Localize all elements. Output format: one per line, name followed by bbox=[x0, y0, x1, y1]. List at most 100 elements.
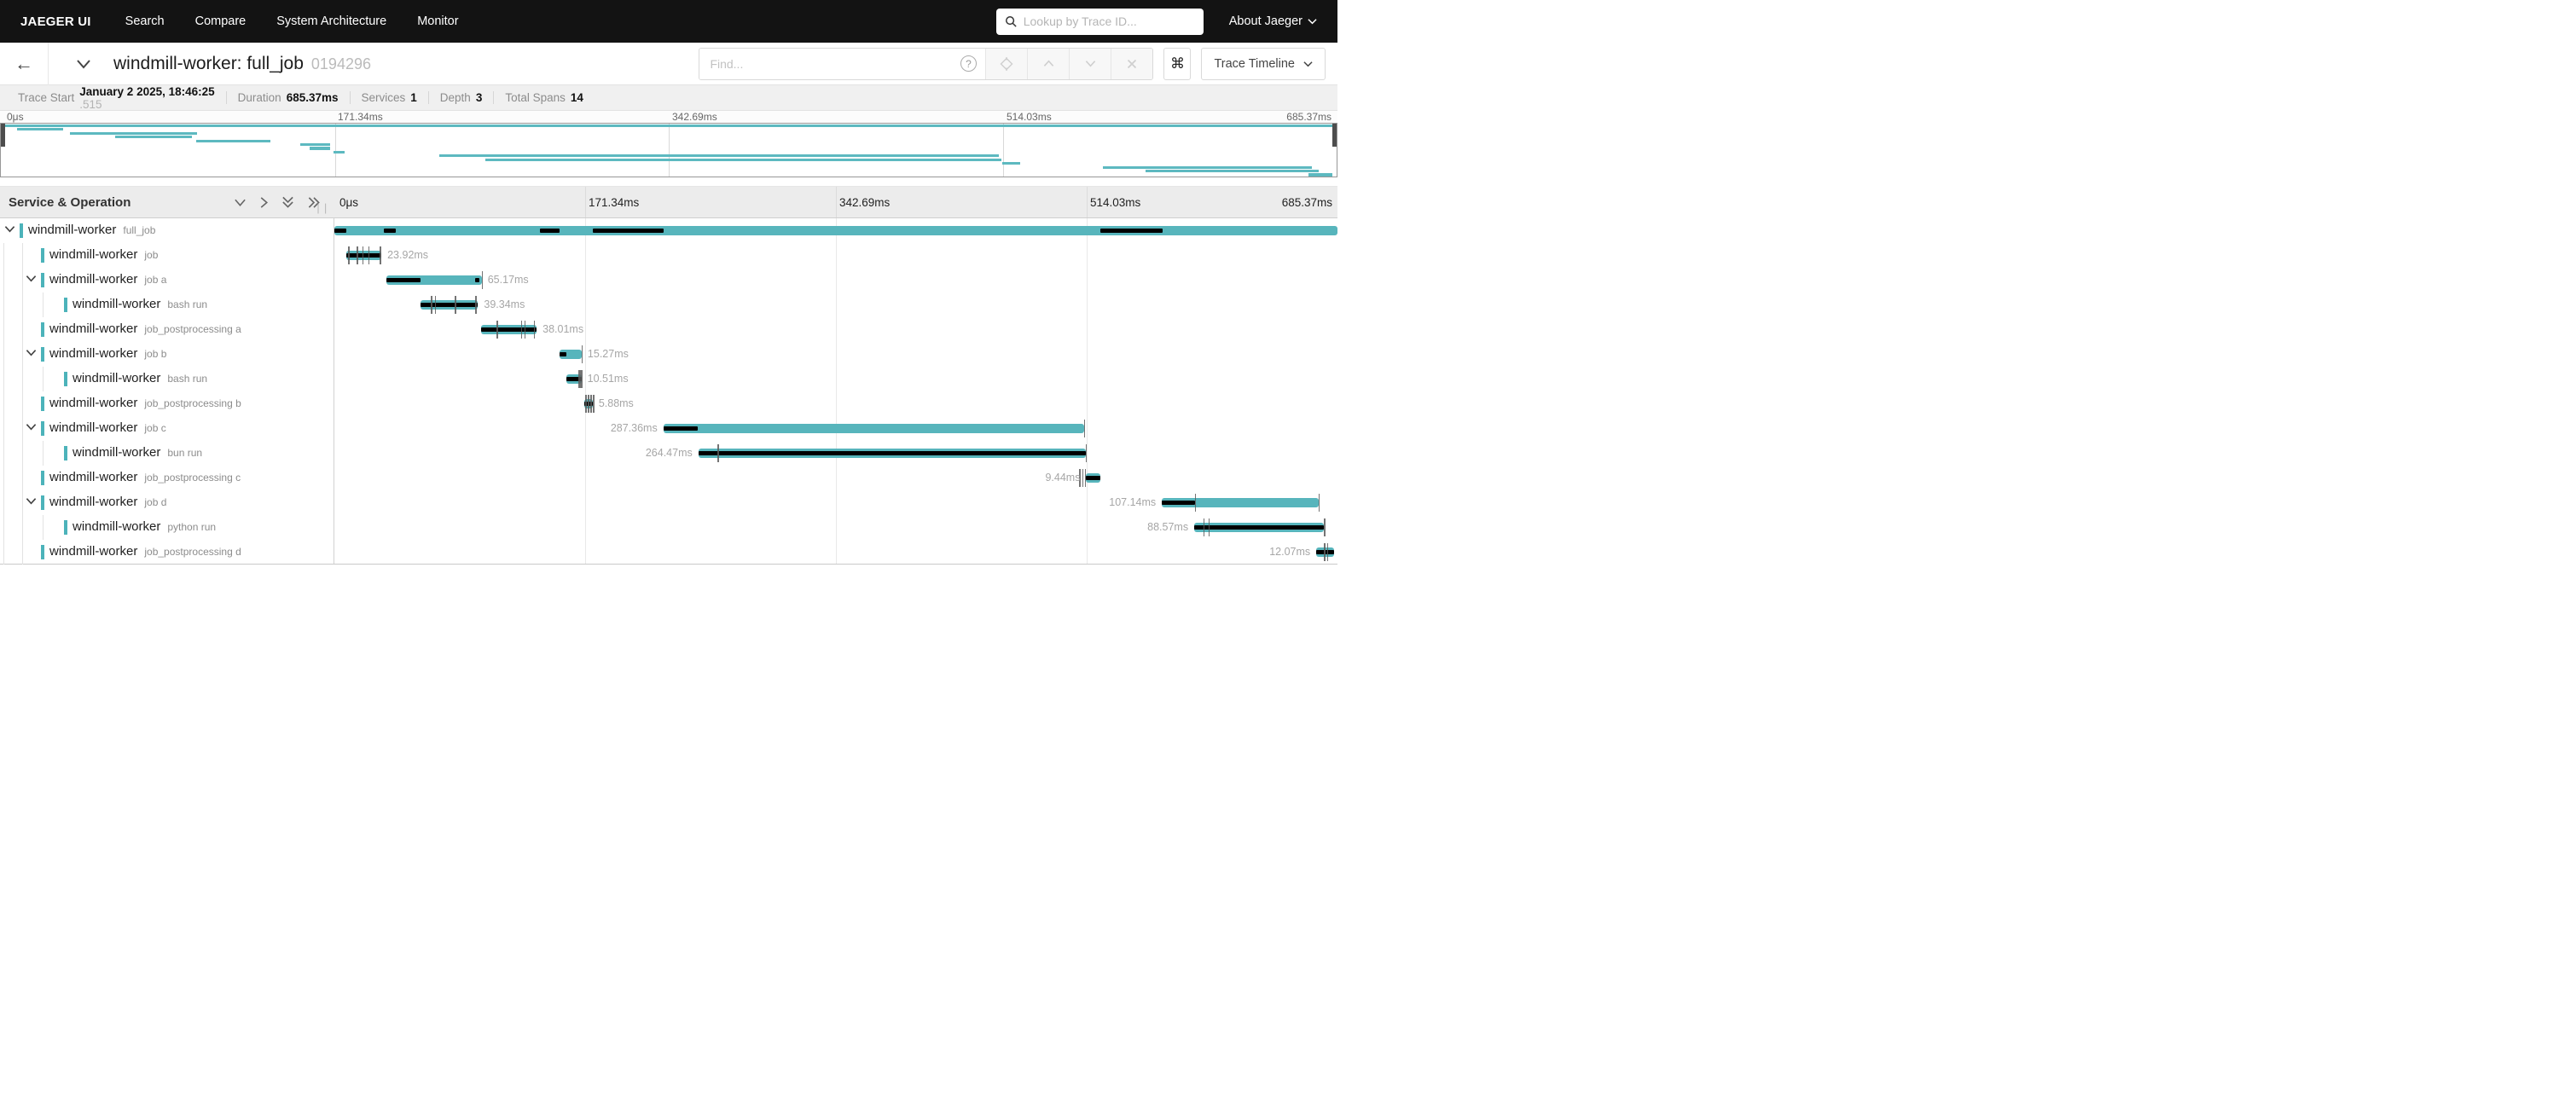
span-collapse-chevron-icon[interactable] bbox=[26, 349, 37, 356]
span-bar-row[interactable]: 264.47ms bbox=[334, 441, 1337, 466]
span-bar[interactable] bbox=[334, 226, 1337, 235]
span-service-name[interactable]: windmill-workerjob d bbox=[49, 495, 166, 509]
span-service-name[interactable]: windmill-workerjob bbox=[49, 247, 158, 262]
span-name-row[interactable]: windmill-workerbash run bbox=[0, 367, 334, 391]
span-collapse-chevron-icon[interactable] bbox=[4, 225, 15, 233]
column-resizer[interactable]: ▏▏ bbox=[318, 205, 333, 214]
tree-guide-line bbox=[22, 416, 23, 441]
trace-lookup-box[interactable] bbox=[996, 9, 1204, 35]
chevron-down-icon bbox=[1303, 61, 1313, 67]
span-bar-row[interactable]: 15.27ms bbox=[334, 342, 1337, 367]
span-service-name[interactable]: windmill-workerjob_postprocessing d bbox=[49, 544, 241, 559]
span-duration-label: 107.14ms bbox=[1109, 490, 1156, 515]
span-bar-row[interactable]: 88.57ms bbox=[334, 515, 1337, 540]
span-bar[interactable] bbox=[1194, 523, 1324, 532]
span-names-column: windmill-workerfull_job windmill-workerjo… bbox=[0, 218, 334, 564]
span-log-tick bbox=[455, 296, 456, 314]
span-color-bar bbox=[64, 520, 67, 535]
trace-view-selector[interactable]: Trace Timeline bbox=[1201, 48, 1326, 80]
span-name-row[interactable]: windmill-workerjob bbox=[0, 243, 334, 268]
span-name-row[interactable]: windmill-workerbun run bbox=[0, 441, 334, 466]
back-button[interactable]: ← bbox=[0, 43, 48, 85]
span-service-name[interactable]: windmill-workerjob c bbox=[49, 420, 166, 435]
span-service-name[interactable]: windmill-workerjob_postprocessing b bbox=[49, 396, 241, 410]
focus-matches-button[interactable] bbox=[985, 49, 1027, 79]
tree-guide-line bbox=[22, 441, 23, 466]
find-help-button[interactable]: ? bbox=[951, 49, 985, 79]
about-jaeger-menu[interactable]: About Jaeger bbox=[1229, 14, 1317, 28]
nav-item-monitor[interactable]: Monitor bbox=[417, 14, 458, 28]
span-name-row[interactable]: windmill-workerjob d bbox=[0, 490, 334, 515]
span-bar[interactable] bbox=[699, 449, 1086, 458]
span-bar-row[interactable]: 38.01ms bbox=[334, 317, 1337, 342]
span-bar[interactable] bbox=[421, 300, 479, 310]
span-service-name[interactable]: windmill-workerbash run bbox=[73, 371, 207, 385]
span-bar-row[interactable]: 65.17ms bbox=[334, 268, 1337, 292]
span-bar-row[interactable]: 23.92ms bbox=[334, 243, 1337, 268]
nav-item-compare[interactable]: Compare bbox=[195, 14, 247, 28]
span-bar-row[interactable]: 107.14ms bbox=[334, 490, 1337, 515]
keyboard-shortcuts-button[interactable]: ⌘ bbox=[1163, 48, 1191, 80]
span-operation-name: full_job bbox=[123, 224, 155, 236]
span-bar[interactable] bbox=[560, 350, 582, 359]
app-logo[interactable]: JAEGER UI bbox=[20, 14, 91, 29]
span-collapse-chevron-icon[interactable] bbox=[26, 275, 37, 282]
prev-match-button[interactable] bbox=[1027, 49, 1069, 79]
span-bar-row[interactable]: 9.44ms bbox=[334, 466, 1337, 490]
collapse-one-level-button[interactable] bbox=[259, 196, 269, 209]
span-bar[interactable] bbox=[584, 399, 593, 408]
find-input[interactable] bbox=[699, 49, 951, 79]
span-bar-row[interactable] bbox=[334, 218, 1337, 243]
span-service-name[interactable]: windmill-workerjob b bbox=[49, 346, 166, 361]
span-service-name[interactable]: windmill-workerjob_postprocessing c bbox=[49, 470, 241, 484]
span-name-row[interactable]: windmill-workerfull_job bbox=[0, 218, 334, 243]
span-name-row[interactable]: windmill-workerjob_postprocessing d bbox=[0, 540, 334, 565]
trace-detail-toggle[interactable] bbox=[76, 59, 91, 69]
span-name-row[interactable]: windmill-workerbash run bbox=[0, 292, 334, 317]
span-service-name[interactable]: windmill-workerfull_job bbox=[28, 223, 155, 237]
span-service-name[interactable]: windmill-workerjob a bbox=[49, 272, 166, 287]
span-service-name[interactable]: windmill-workerbash run bbox=[73, 297, 207, 311]
span-bar[interactable] bbox=[664, 424, 1084, 433]
span-bar[interactable] bbox=[1316, 547, 1334, 557]
span-name-row[interactable]: windmill-workerjob_postprocessing a bbox=[0, 317, 334, 342]
span-name-row[interactable]: windmill-workerjob a bbox=[0, 268, 334, 292]
span-service-name[interactable]: windmill-workerjob_postprocessing a bbox=[49, 321, 241, 336]
span-bar[interactable] bbox=[566, 374, 582, 384]
span-color-bar bbox=[64, 298, 67, 312]
ruler-tick-label: 0μs bbox=[339, 196, 358, 209]
span-service-name[interactable]: windmill-workerpython run bbox=[73, 519, 216, 534]
span-name-row[interactable]: windmill-workerjob b bbox=[0, 342, 334, 367]
span-collapse-chevron-icon[interactable] bbox=[26, 423, 37, 431]
span-bar[interactable] bbox=[386, 275, 482, 285]
expand-one-level-button[interactable] bbox=[234, 198, 247, 207]
span-duration-label: 9.44ms bbox=[1045, 466, 1080, 490]
span-bar-row[interactable]: 10.51ms bbox=[334, 367, 1337, 391]
span-bar[interactable] bbox=[346, 251, 381, 260]
minimap-right-handle[interactable] bbox=[1332, 124, 1337, 147]
span-bar-row[interactable]: 5.88ms bbox=[334, 391, 1337, 416]
minimap-left-handle[interactable] bbox=[1, 124, 5, 147]
span-bar-row[interactable]: 287.36ms bbox=[334, 416, 1337, 441]
span-bar[interactable] bbox=[1086, 473, 1099, 483]
nav-item-system-architecture[interactable]: System Architecture bbox=[276, 14, 386, 28]
span-name-row[interactable]: windmill-workerpython run bbox=[0, 515, 334, 540]
span-bar-row[interactable]: 39.34ms bbox=[334, 292, 1337, 317]
nav-item-search[interactable]: Search bbox=[125, 14, 165, 28]
trace-stat-label: Total Spans bbox=[505, 91, 566, 104]
span-name-row[interactable]: windmill-workerjob_postprocessing b bbox=[0, 391, 334, 416]
span-duration-label: 12.07ms bbox=[1269, 540, 1310, 565]
expand-all-button[interactable] bbox=[281, 195, 294, 209]
span-bar-row[interactable]: 12.07ms bbox=[334, 540, 1337, 565]
span-bar[interactable] bbox=[481, 325, 537, 334]
clear-find-button[interactable] bbox=[1111, 49, 1152, 79]
span-name-row[interactable]: windmill-workerjob c bbox=[0, 416, 334, 441]
next-match-button[interactable] bbox=[1069, 49, 1111, 79]
span-collapse-chevron-icon[interactable] bbox=[26, 497, 37, 505]
timeline-minimap[interactable] bbox=[0, 123, 1337, 177]
trace-lookup-input[interactable] bbox=[1024, 14, 1195, 28]
span-bar[interactable] bbox=[1162, 498, 1319, 507]
span-service-name[interactable]: windmill-workerbun run bbox=[73, 445, 202, 460]
span-name-row[interactable]: windmill-workerjob_postprocessing c bbox=[0, 466, 334, 490]
minimap-span-bar bbox=[334, 151, 345, 153]
